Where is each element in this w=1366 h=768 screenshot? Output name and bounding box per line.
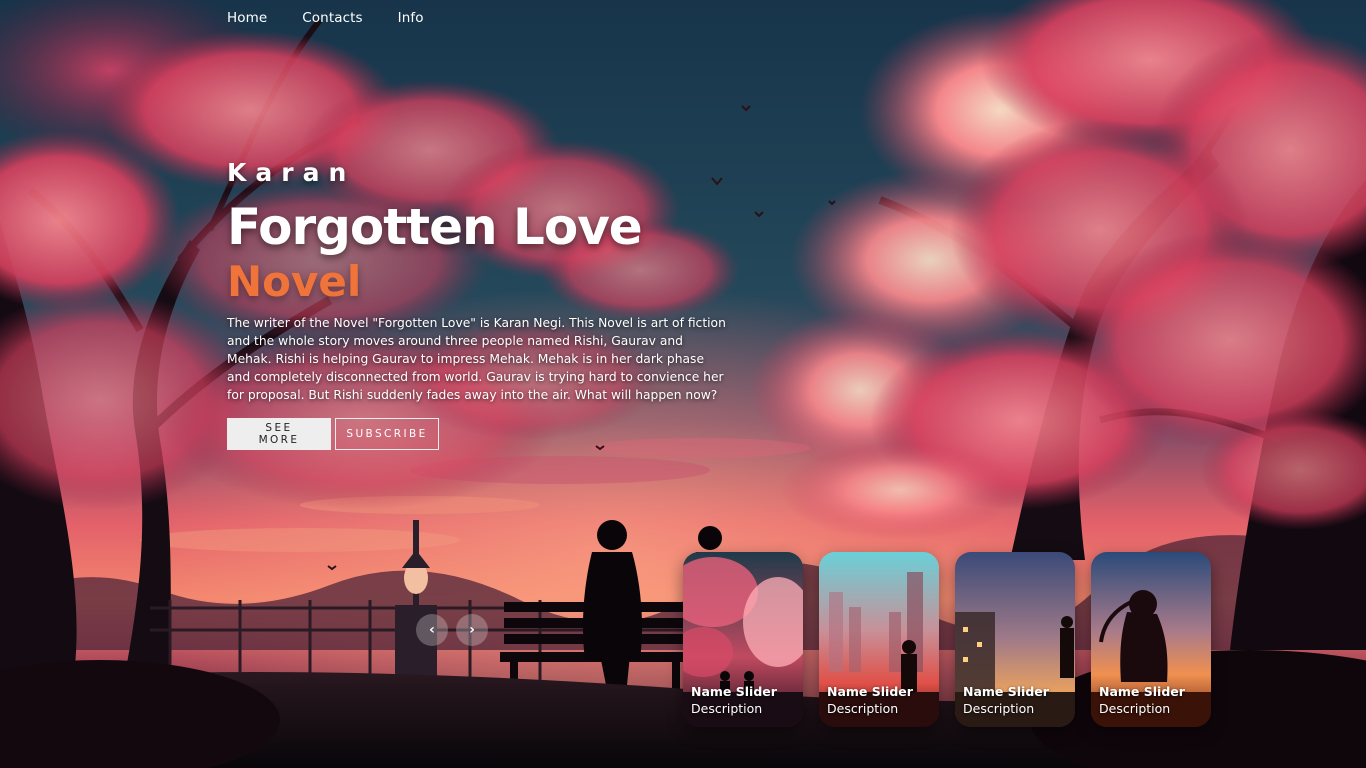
hero-content: Karan Forgotten Love Novel The writer of… xyxy=(227,158,727,450)
thumbnail-item[interactable]: Name Slider Description xyxy=(1091,552,1211,727)
nav-home-link[interactable]: Home xyxy=(227,10,267,26)
thumbnail-item[interactable]: Name Slider Description xyxy=(683,552,803,727)
thumbnail-info: Name Slider Description xyxy=(1099,683,1207,717)
book-description: The writer of the Novel "Forgotten Love"… xyxy=(227,316,726,402)
top-navigation: Home Contacts Info xyxy=(227,10,424,26)
nav-info-link[interactable]: Info xyxy=(398,10,424,26)
thumbnail-item[interactable]: Name Slider Description xyxy=(819,552,939,727)
nav-contacts-link[interactable]: Contacts xyxy=(302,10,362,26)
thumbnail-description: Description xyxy=(827,701,899,716)
thumbnail-info: Name Slider Description xyxy=(691,683,799,717)
book-title: Forgotten Love xyxy=(227,198,643,256)
thumbnail-title: Name Slider xyxy=(827,684,913,699)
thumbnail-description: Description xyxy=(691,701,763,716)
thumbnail-item[interactable]: Name Slider Description xyxy=(955,552,1075,727)
slider-arrows: ‹ › xyxy=(416,614,488,646)
thumbnail-description: Description xyxy=(963,701,1035,716)
thumbnail-info: Name Slider Description xyxy=(827,683,935,717)
prev-arrow-icon[interactable]: ‹ xyxy=(416,614,448,646)
thumbnail-description: Description xyxy=(1099,701,1171,716)
hero-buttons: SEE MORE SUBSCRIBE xyxy=(227,418,727,450)
thumbnail-title: Name Slider xyxy=(1099,684,1185,699)
next-arrow-icon[interactable]: › xyxy=(456,614,488,646)
see-more-button[interactable]: SEE MORE xyxy=(227,418,331,450)
thumbnail-info: Name Slider Description xyxy=(963,683,1071,717)
subscribe-button[interactable]: SUBSCRIBE xyxy=(335,418,439,450)
thumbnail-title: Name Slider xyxy=(691,684,777,699)
thumbnail-title: Name Slider xyxy=(963,684,1049,699)
thumbnail-slider: Name Slider Description Name Slider Desc… xyxy=(683,552,1211,727)
author-name: Karan xyxy=(227,158,356,187)
book-topic: Novel xyxy=(227,257,362,306)
